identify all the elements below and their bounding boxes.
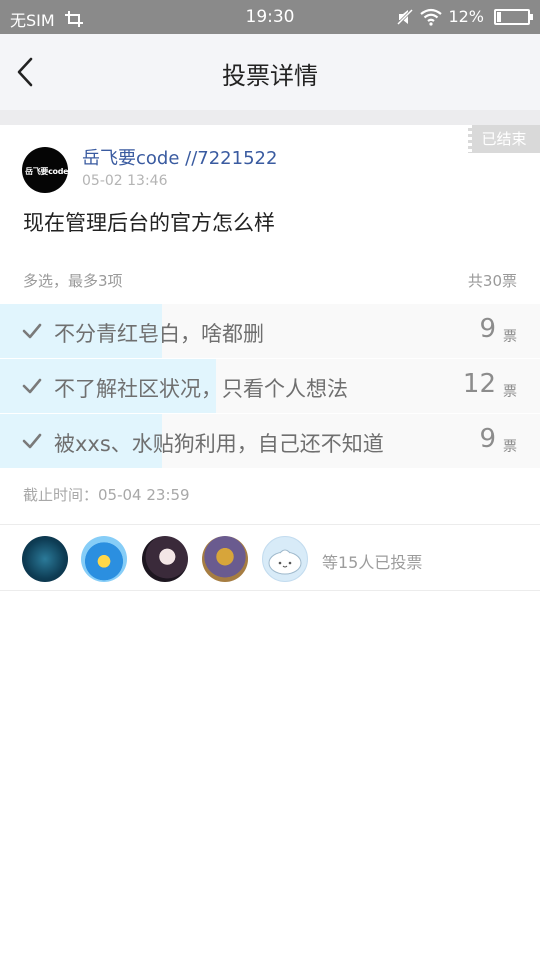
author-avatar[interactable]: 岳飞要code	[22, 147, 68, 193]
voter-avatar[interactable]	[142, 536, 188, 582]
option-count: 9	[479, 314, 496, 344]
total-votes: 共30票	[467, 272, 517, 290]
option-count: 9	[479, 424, 496, 454]
poll-option[interactable]: 被xxs、水贴狗利用，自己还不知道 9 票	[0, 414, 540, 468]
nav-header: 投票详情	[0, 34, 540, 110]
voter-avatar[interactable]	[81, 536, 127, 582]
cloud-mascot-icon	[268, 549, 302, 575]
section-gap	[0, 110, 540, 125]
poll-option[interactable]: 不分青红皂白，啥都删 9 票	[0, 304, 540, 358]
option-text: 被xxs、水贴狗利用，自己还不知道	[54, 432, 384, 456]
battery-level	[497, 11, 501, 22]
voter-avatar[interactable]	[202, 536, 248, 582]
voters-summary[interactable]: 等15人已投票	[322, 549, 422, 573]
author-name[interactable]: 岳飞要code //7221522	[82, 144, 277, 170]
status-badge: 已结束	[468, 125, 540, 153]
option-unit: 票	[503, 439, 517, 455]
post-date: 05-02 13:46	[82, 173, 168, 189]
option-text: 不了解社区状况，只看个人想法	[54, 377, 348, 401]
vote-type-label: 多选，最多3项	[23, 272, 123, 290]
divider	[0, 590, 540, 591]
option-unit: 票	[503, 384, 517, 400]
poll-option[interactable]: 不了解社区状况，只看个人想法 12 票	[0, 359, 540, 413]
voter-avatar[interactable]	[262, 536, 308, 582]
check-icon	[22, 433, 42, 449]
battery-icon	[494, 8, 533, 25]
status-bar: 无SIM 19:30 12%	[0, 0, 540, 34]
divider	[0, 524, 540, 525]
wifi-icon	[420, 8, 443, 26]
voter-avatar[interactable]	[22, 536, 68, 582]
avatar-text: 岳飞要code	[25, 167, 68, 176]
check-icon	[22, 323, 42, 339]
page-title: 投票详情	[222, 62, 318, 90]
poll-question: 现在管理后台的官方怎么样	[23, 211, 275, 235]
option-text: 不分青红皂白，啥都删	[54, 322, 264, 346]
mute-icon	[397, 8, 414, 25]
battery-percent: 12%	[448, 7, 484, 26]
check-icon	[22, 378, 42, 394]
deadline-text: 截止时间：05-04 23:59	[23, 486, 190, 504]
option-unit: 票	[503, 329, 517, 345]
option-count: 12	[462, 369, 496, 399]
